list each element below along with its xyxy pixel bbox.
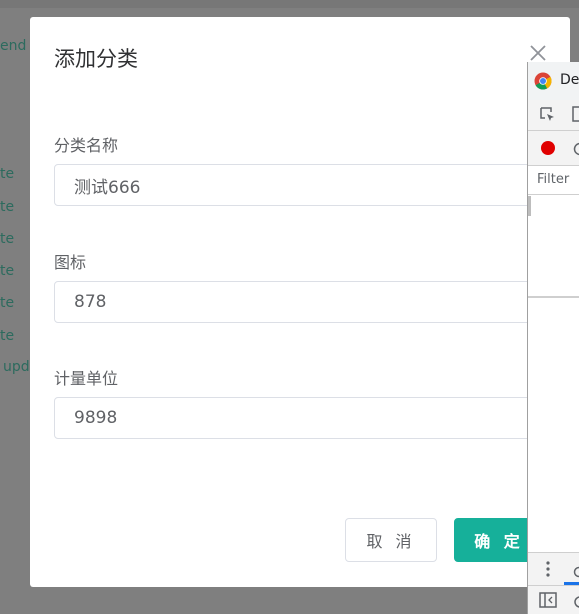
background-top-bar: [0, 0, 579, 8]
background-text: te: [0, 199, 15, 215]
console-tab-icon[interactable]: [572, 563, 579, 582]
unit-input[interactable]: [54, 397, 574, 439]
devtools-panel: De Filter: [527, 62, 579, 614]
background-text: te: [0, 231, 15, 247]
inspect-element-icon[interactable]: [539, 106, 557, 128]
background-text: te: [0, 328, 15, 344]
devtools-filter[interactable]: Filter: [528, 166, 579, 195]
devtools-tab[interactable]: De: [528, 62, 579, 101]
background-text: upd: [3, 359, 30, 375]
category-name-label: 分类名称: [54, 136, 119, 155]
cancel-button[interactable]: 取 消: [345, 518, 437, 562]
background-text: te: [0, 295, 15, 311]
dialog-title: 添加分类: [54, 47, 138, 71]
filter-placeholder: Filter: [537, 172, 570, 187]
device-toolbar-icon[interactable]: [572, 106, 579, 128]
devtools-record-bar: [528, 131, 579, 166]
unit-label: 计量单位: [54, 369, 119, 388]
add-category-dialog: 添加分类 分类名称 图标 计量单位 取 消 确 定: [30, 17, 574, 587]
background-text: te: [0, 166, 15, 182]
sidebar-toggle-icon[interactable]: [539, 592, 557, 612]
devtools-toolbar: [528, 100, 579, 131]
chrome-icon: [534, 72, 552, 94]
background-text: end: [0, 38, 27, 54]
devtools-drawer-bar: [528, 552, 579, 585]
devtools-console-bar: [528, 585, 579, 614]
background-text: te: [0, 263, 15, 279]
category-name-input[interactable]: [54, 164, 574, 206]
clear-console-icon[interactable]: [573, 594, 579, 613]
icon-input[interactable]: [54, 281, 574, 323]
devtools-divider[interactable]: [528, 296, 579, 298]
devtools-scroll-marker: [528, 196, 531, 216]
record-icon[interactable]: [540, 140, 556, 160]
devtools-tab-title: De: [560, 72, 579, 88]
more-options-icon[interactable]: [546, 560, 550, 582]
icon-label: 图标: [54, 253, 87, 272]
clear-icon[interactable]: [573, 141, 579, 160]
